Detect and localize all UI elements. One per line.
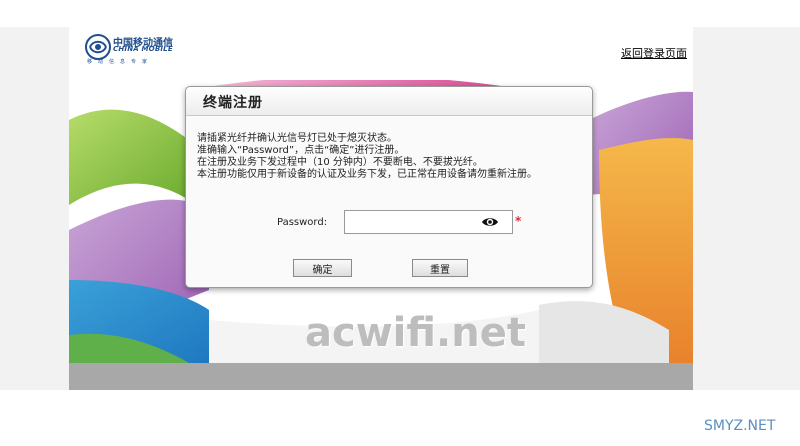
corner-watermark: SMYZ.NET: [704, 418, 776, 434]
confirm-button[interactable]: 确定: [293, 259, 352, 277]
instruction-line: 本注册功能仅用于新设备的认证及业务下发，已正常在用设备请勿重新注册。: [197, 169, 537, 180]
required-marker: *: [515, 214, 522, 228]
reset-button[interactable]: 重置: [412, 259, 468, 277]
registration-instructions: 请插紧光纤并确认光信号灯已处于熄灭状态。 准确输入“Password”，点击“确…: [197, 133, 537, 181]
terminal-registration-dialog: 终端注册 请插紧光纤并确认光信号灯已处于熄灭状态。 准确输入“Password”…: [185, 86, 593, 288]
dialog-title: 终端注册: [203, 95, 263, 111]
instruction-line: 在注册及业务下发过程中（10 分钟内）不要断电、不要拔光纤。: [197, 157, 483, 168]
password-label: Password:: [277, 217, 328, 228]
instruction-line: 请插紧光纤并确认光信号灯已处于熄灭状态。: [197, 133, 397, 144]
eye-icon[interactable]: [481, 215, 499, 229]
china-mobile-logo-icon: [85, 34, 111, 60]
logo-tagline: 移动信息专家: [87, 59, 154, 65]
logo-brand-en: CHINA MOBILE: [113, 45, 173, 53]
back-to-login-link[interactable]: 返回登录页面: [621, 45, 687, 61]
dialog-header: 终端注册: [186, 87, 592, 116]
instruction-line: 准确输入“Password”，点击“确定”进行注册。: [197, 145, 405, 156]
footer-bar: [69, 363, 693, 390]
watermark-text: acwifi.net: [305, 310, 526, 356]
